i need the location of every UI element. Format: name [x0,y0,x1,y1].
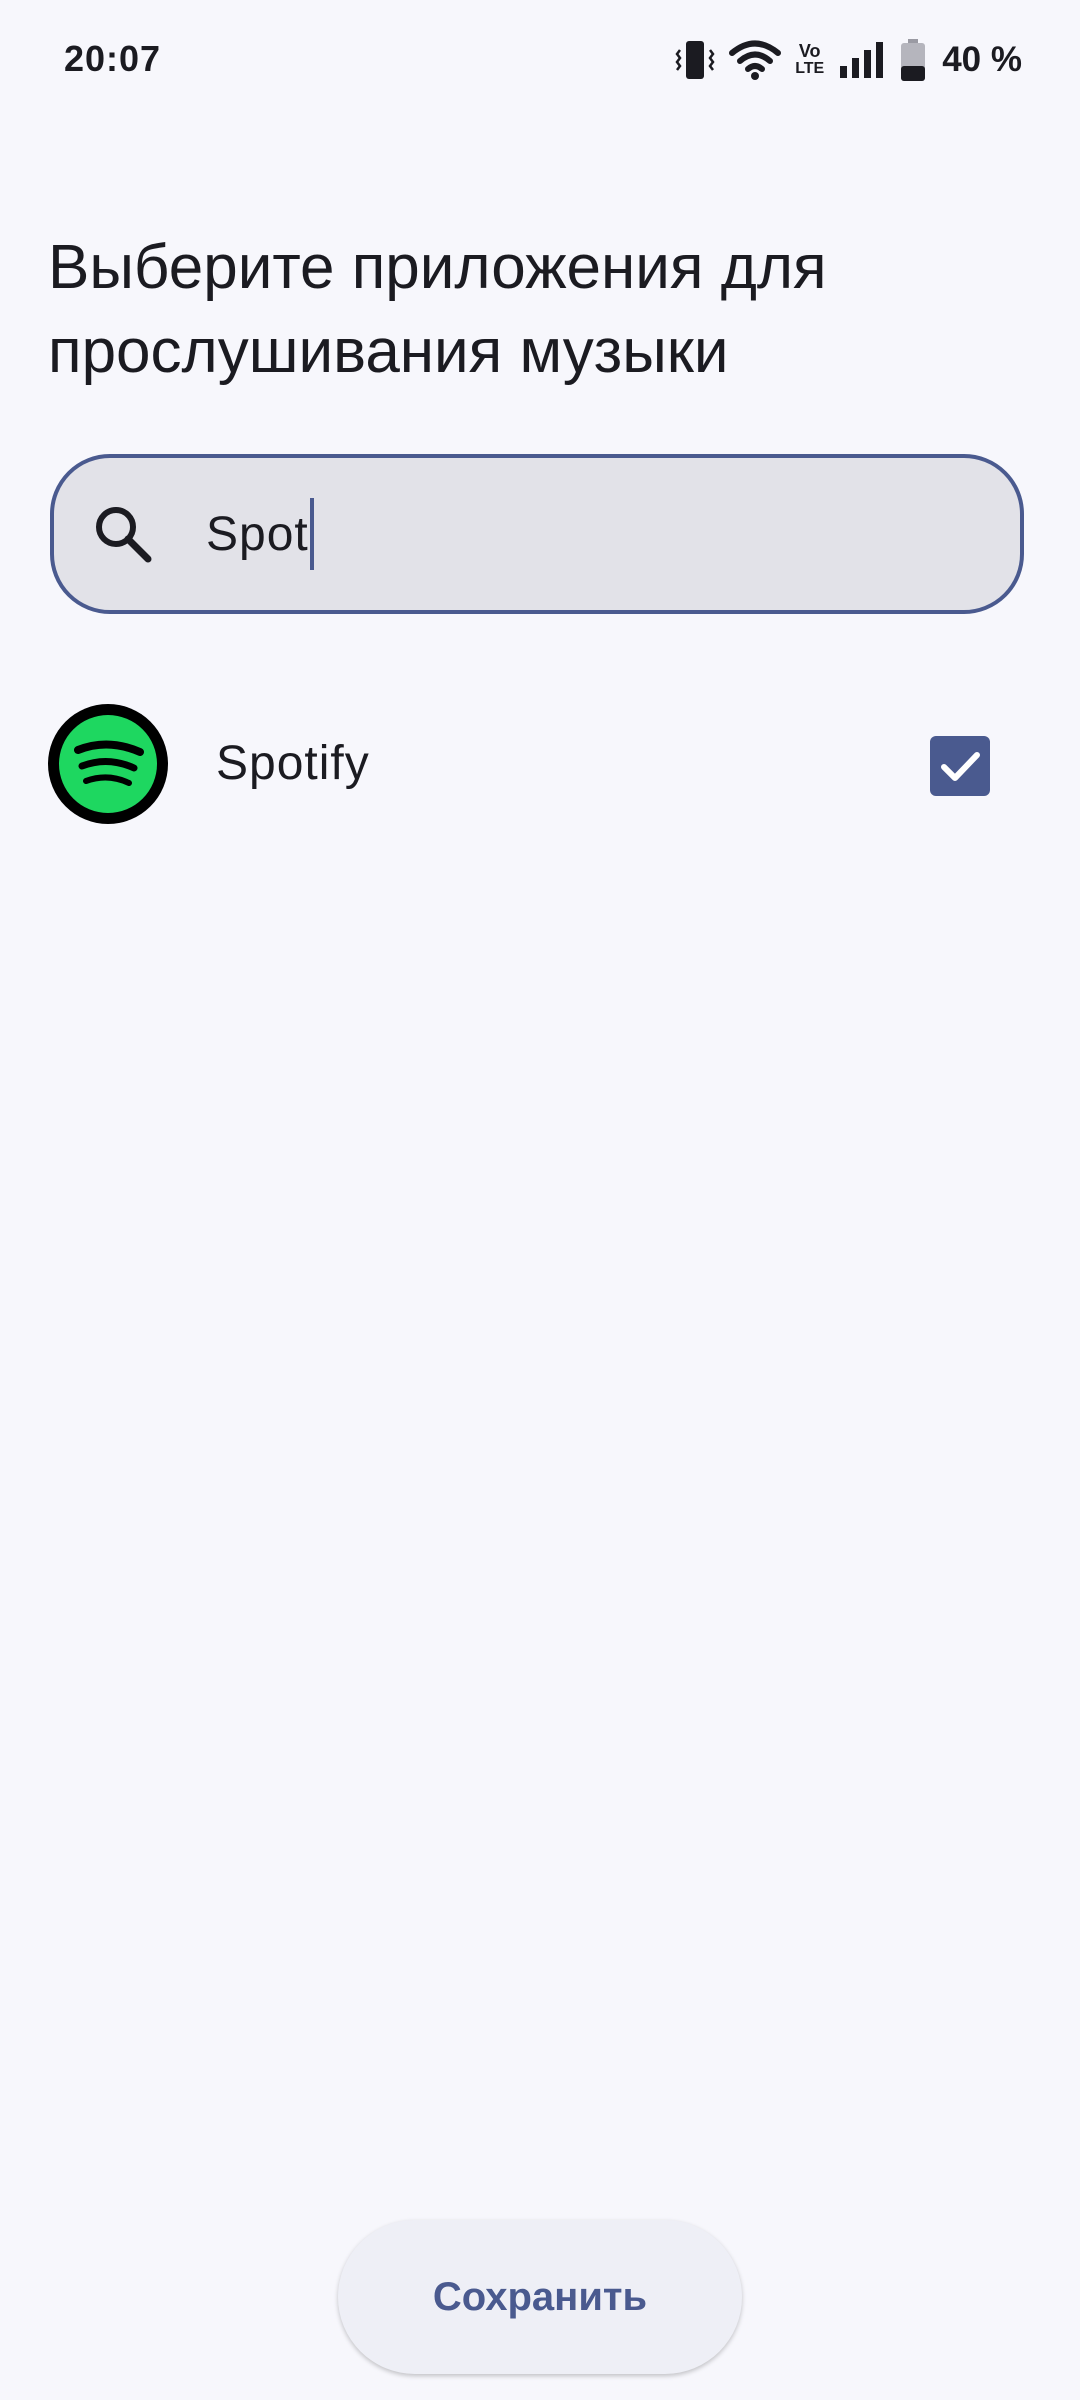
search-input[interactable]: Spot [206,494,314,574]
app-name: Spotify [216,737,370,790]
status-bar: 20:07 Vo LTE 40 % [0,0,1080,124]
spotify-icon [48,704,168,824]
vibrate-icon [675,38,715,82]
battery-percent: 40 % [942,40,1022,79]
volte-bottom-label: LTE [795,60,825,77]
wifi-icon [729,40,782,80]
volte-top-label: Vo [798,41,821,61]
battery-icon [900,38,926,82]
volte-icon: Vo LTE [795,42,824,78]
list-item-spotify[interactable]: Spotify [0,694,1080,836]
search-icon [90,501,156,567]
status-time: 20:07 [64,38,162,79]
search-input-value: Spot [206,507,309,561]
save-button[interactable]: Сохранить [338,2220,742,2374]
spotify-checkbox[interactable] [930,736,990,796]
text-cursor [309,498,314,570]
page-title: Выберите приложения для прослушивания му… [48,226,1008,394]
page-title-line-2: прослушивания музыки [48,317,729,386]
page-title-line-1: Выберите приложения для [48,233,827,302]
signal-icon [838,40,886,80]
status-icons: Vo LTE 40 % [675,36,1022,84]
search-field[interactable]: Spot [50,454,1024,614]
